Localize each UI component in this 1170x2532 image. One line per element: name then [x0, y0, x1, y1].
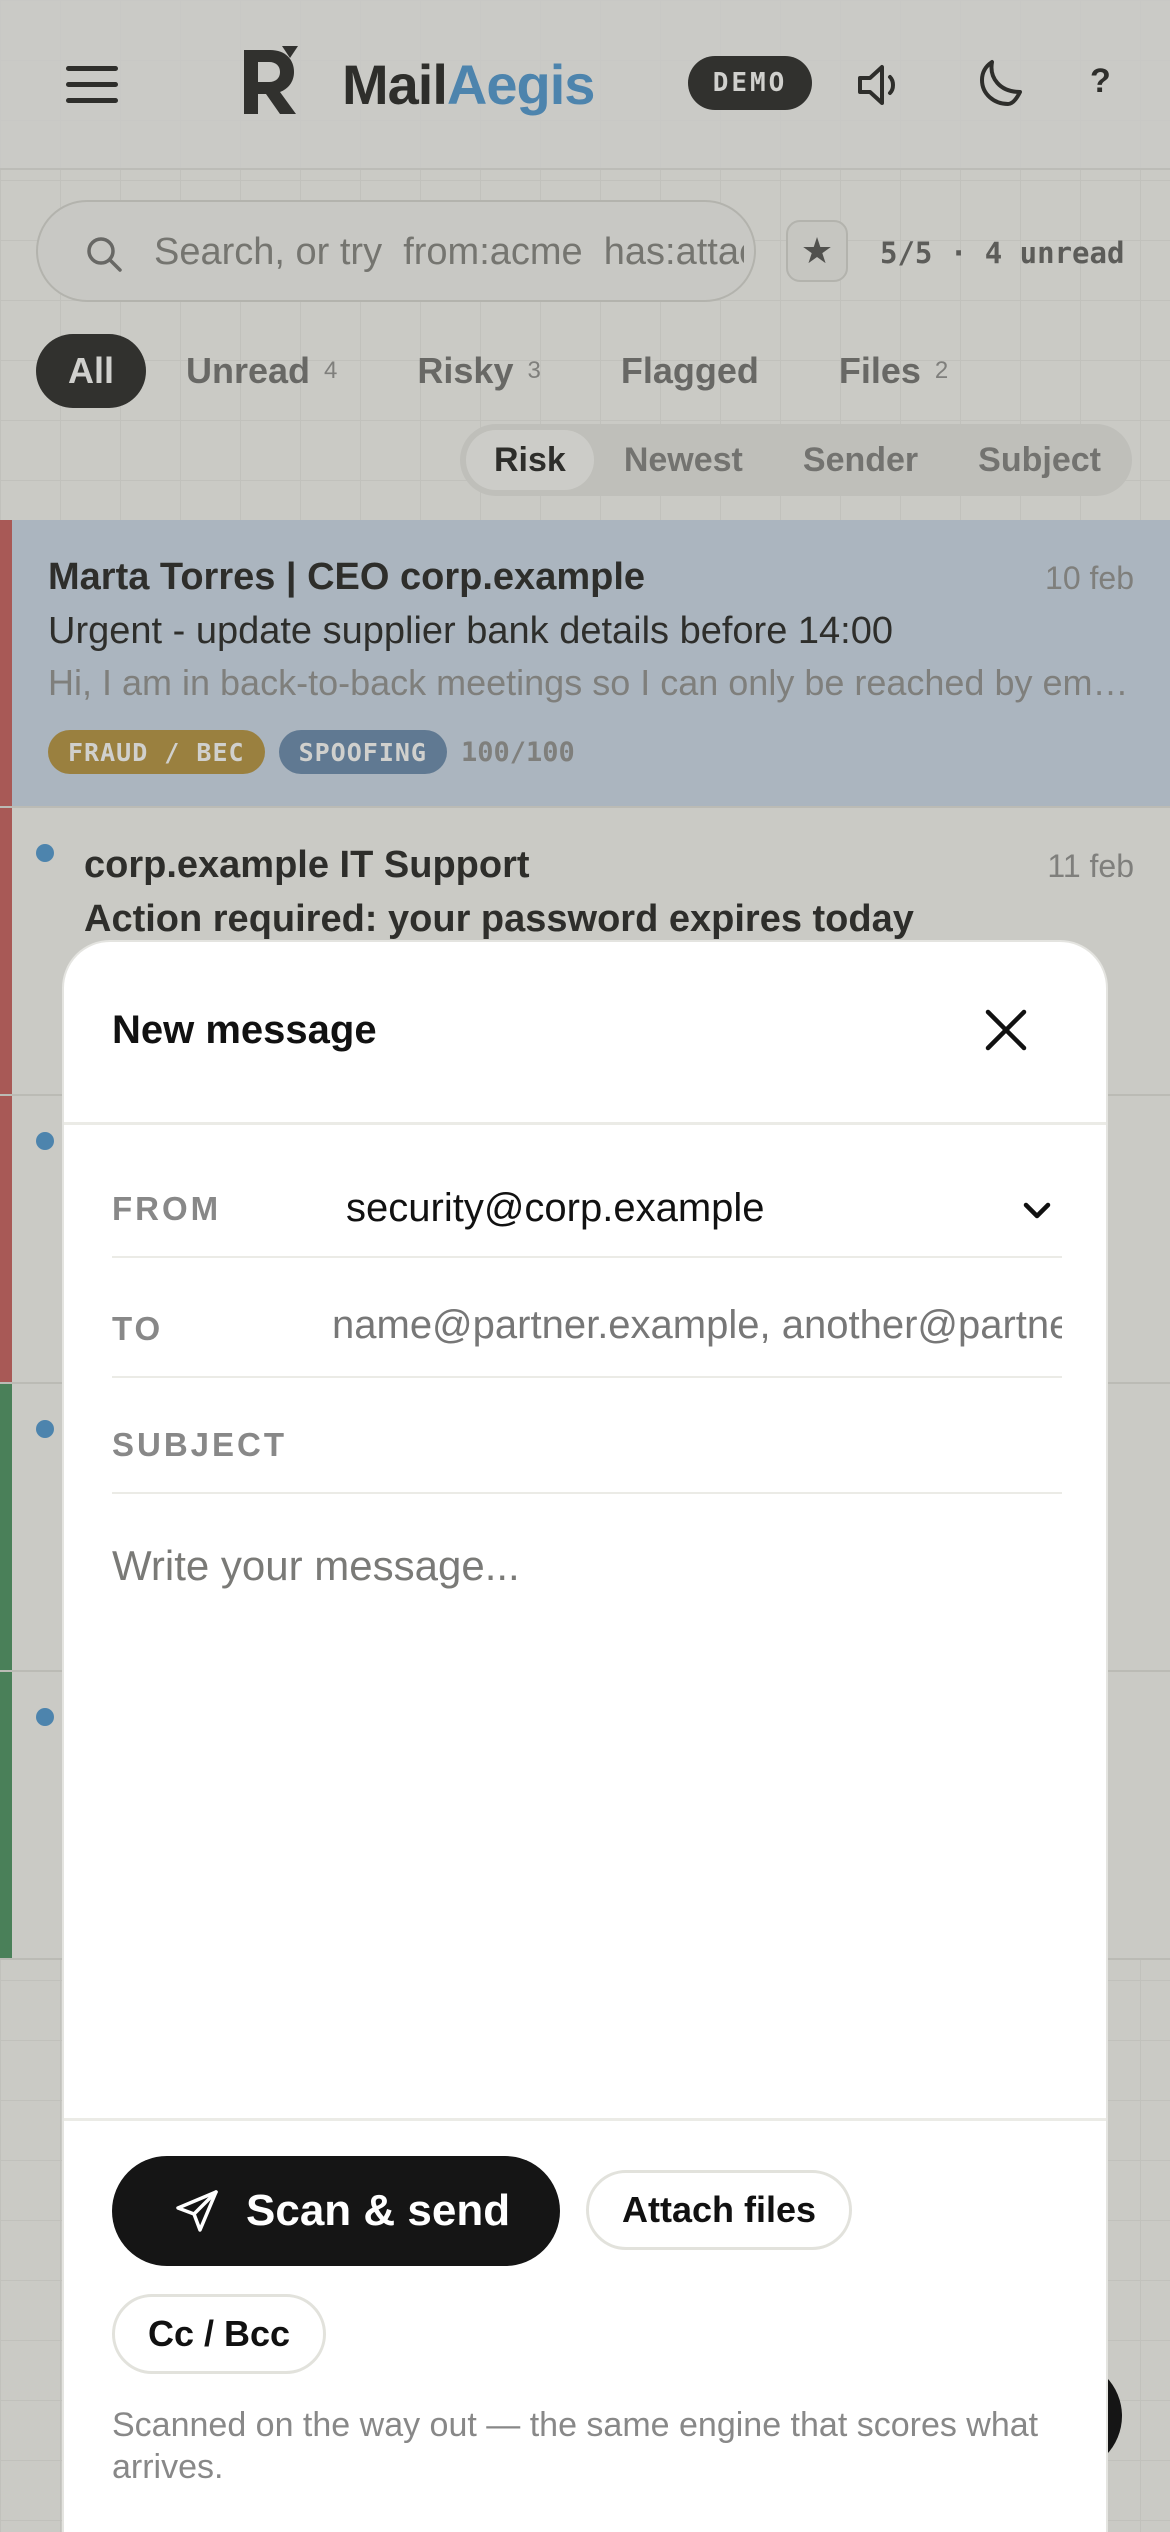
compose-title: New message — [112, 1008, 377, 1052]
to-field: TO — [112, 1260, 1062, 1378]
from-value: security@corp.example — [346, 1186, 765, 1230]
page: MailAegis DEMO ? ★ 5/5 · 4 unread All Un… — [0, 0, 1170, 2532]
to-input[interactable] — [332, 1290, 1062, 1360]
to-label: TO — [112, 1310, 164, 1347]
subject-label: SUBJECT — [112, 1426, 288, 1463]
chevron-down-icon[interactable] — [1020, 1194, 1054, 1228]
from-label: FROM — [112, 1190, 222, 1227]
message-body-input[interactable] — [112, 1542, 1062, 2042]
subject-field: SUBJECT — [112, 1376, 1062, 1494]
divider — [64, 1122, 1106, 1125]
outbound-scan-hint: Scanned on the way out — the same engine… — [112, 2406, 1039, 2486]
send-label: Scan & send — [246, 2186, 511, 2235]
cc-bcc-button[interactable]: Cc / Bcc — [112, 2294, 326, 2374]
send-icon — [176, 2190, 218, 2232]
scan-send-button[interactable]: Scan & send — [112, 2156, 560, 2266]
attach-files-button[interactable]: Attach files — [586, 2170, 852, 2250]
close-icon[interactable] — [982, 1006, 1030, 1054]
from-field[interactable]: FROM security@corp.example — [112, 1140, 1062, 1258]
subject-input[interactable] — [402, 1406, 1062, 1476]
divider — [64, 2118, 1106, 2121]
compose-sheet: New message FROM security@corp.example T… — [62, 940, 1108, 2532]
